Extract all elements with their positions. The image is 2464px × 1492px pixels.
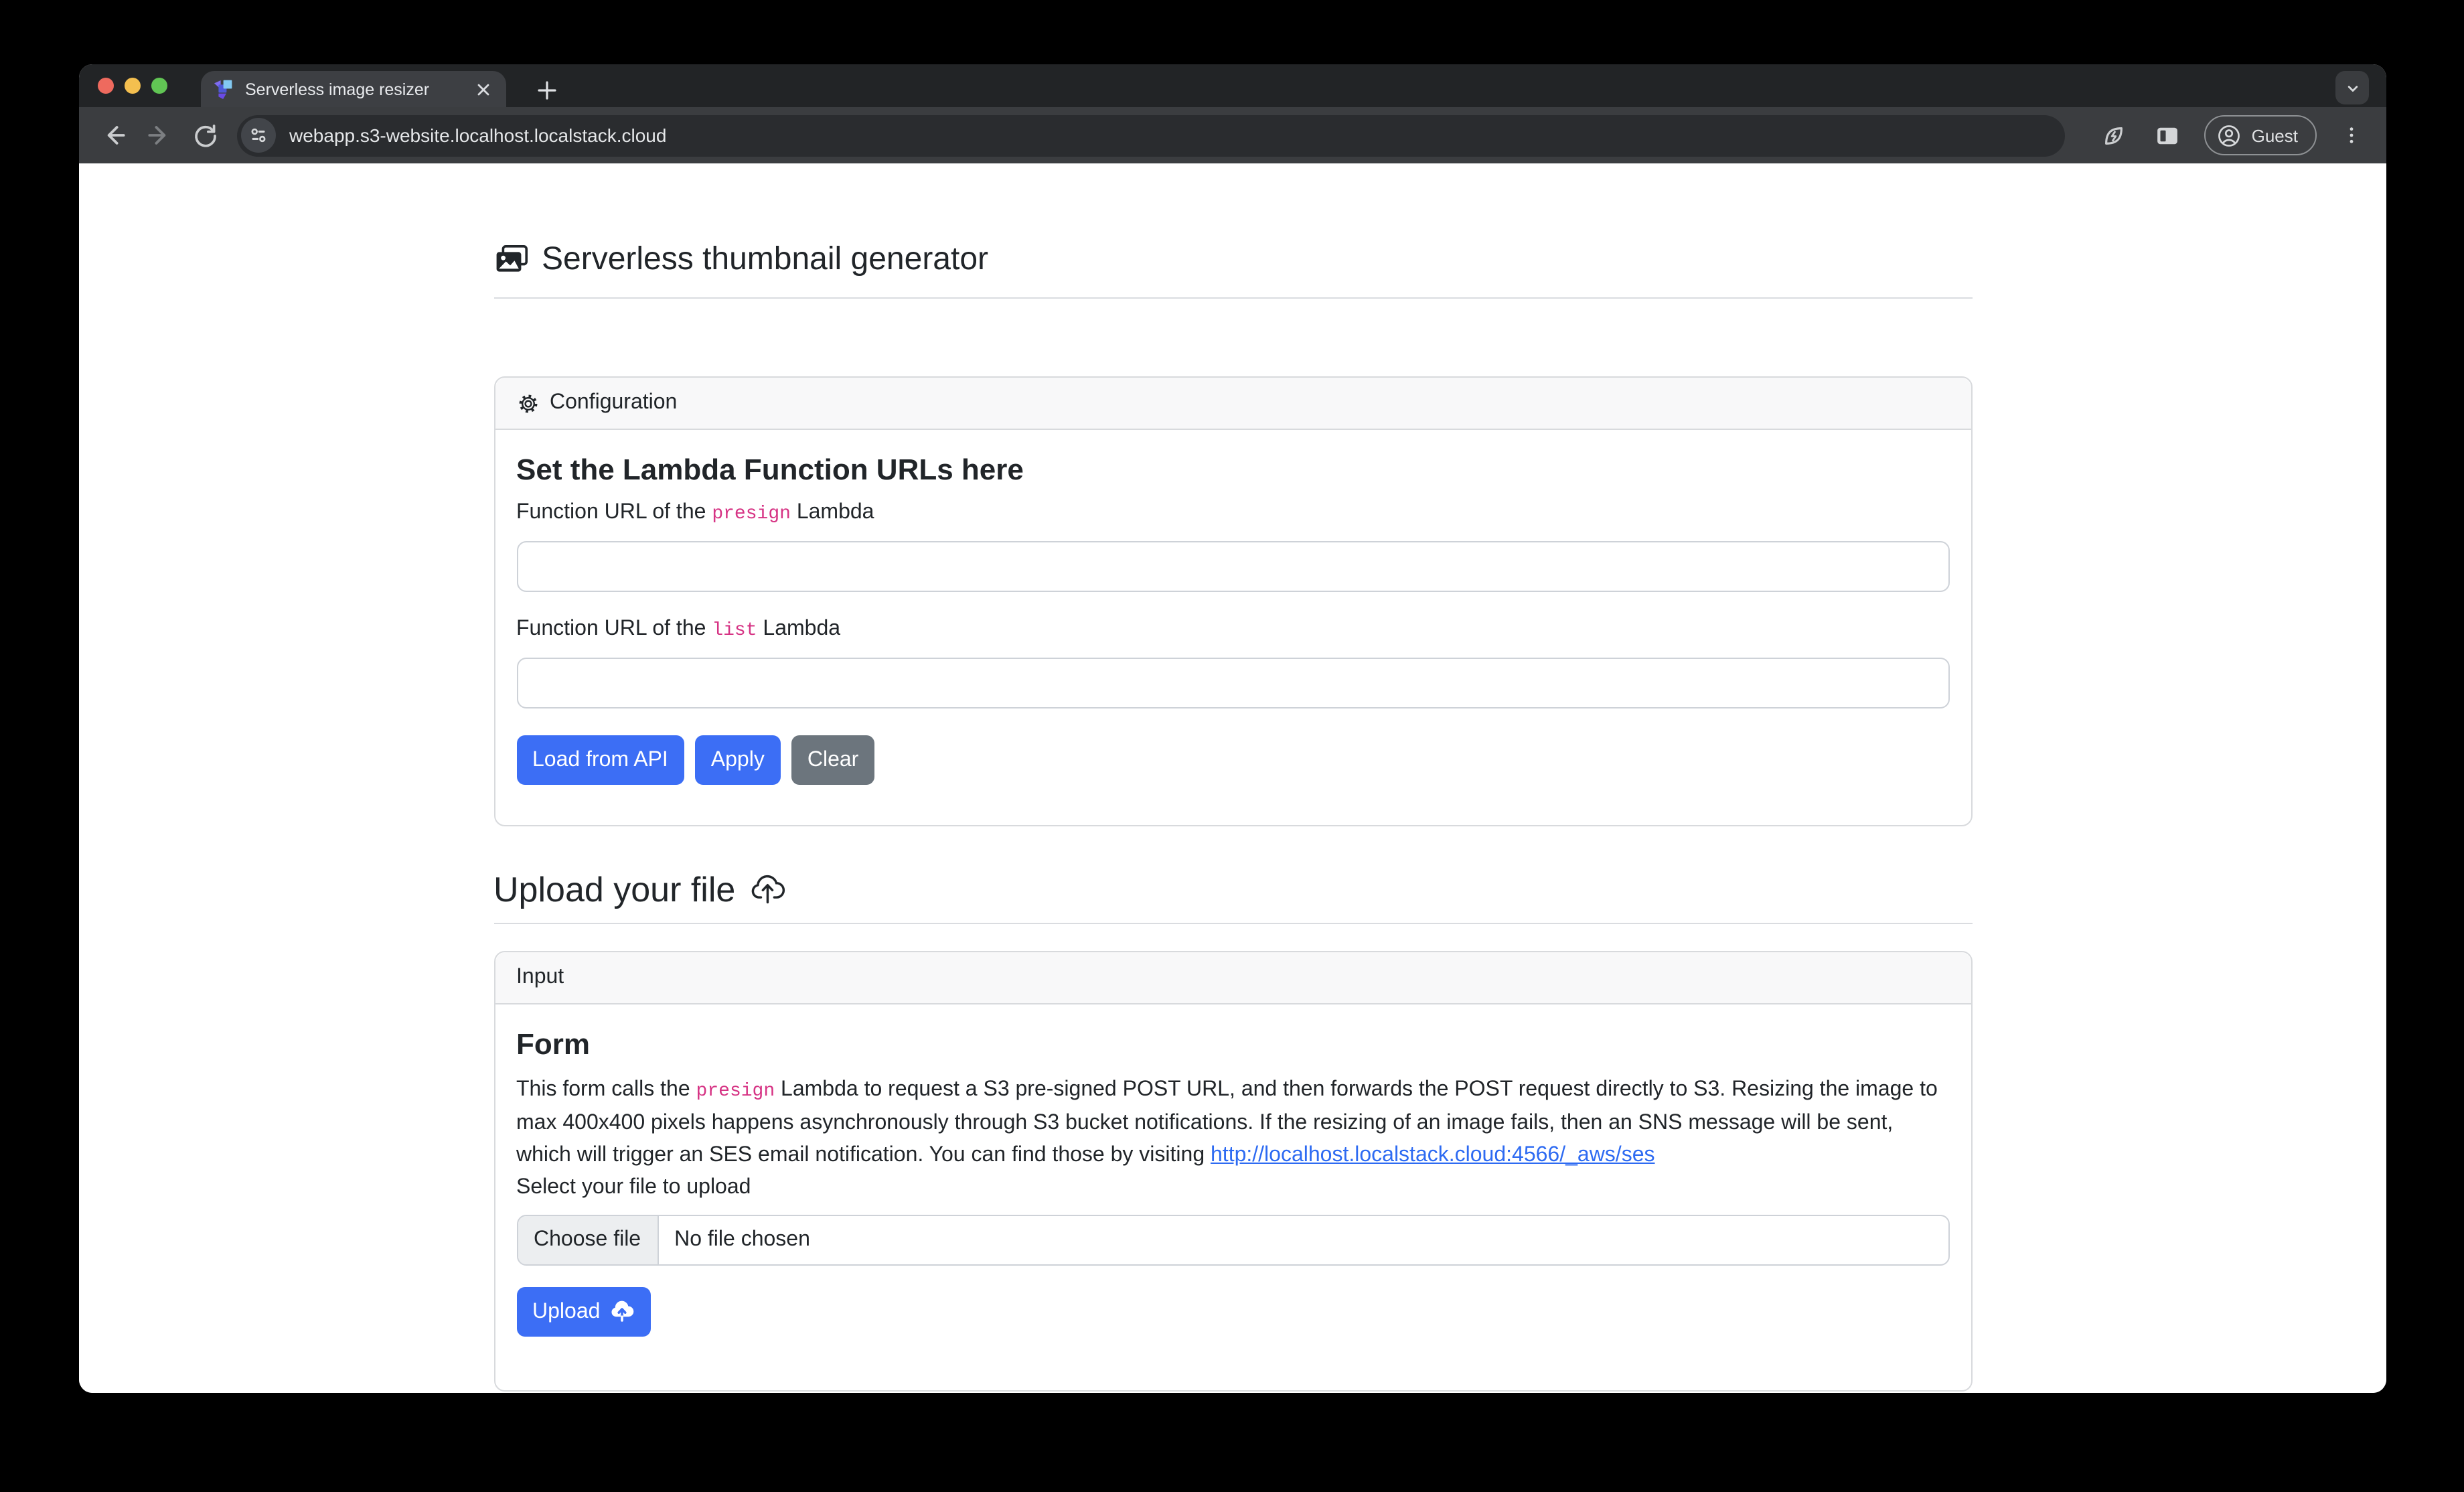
reload-icon[interactable]	[186, 117, 224, 154]
file-select-label: Select your file to upload	[516, 1172, 1949, 1204]
tab-search-chevron-button[interactable]	[2335, 71, 2369, 104]
list-url-label: Function URL of the list Lambda	[516, 613, 1949, 647]
tab-title: Serverless image resizer	[245, 80, 462, 98]
window-close-button[interactable]	[98, 78, 114, 94]
configuration-card-title: Configuration	[550, 387, 677, 419]
config-buttons: Load from API Apply Clear	[516, 735, 1949, 785]
url-text[interactable]: webapp.s3-website.localhost.localstack.c…	[289, 125, 666, 146]
choose-file-button[interactable]: Choose file	[518, 1216, 658, 1264]
browser-menu-icon[interactable]	[2333, 117, 2370, 154]
list-code: list	[712, 620, 757, 642]
cloud-upload-filled-icon	[609, 1299, 635, 1325]
list-url-input[interactable]	[516, 658, 1949, 708]
cloud-upload-outline-icon	[749, 871, 786, 908]
title-divider	[493, 297, 1972, 299]
browser-toolbar: webapp.s3-website.localhost.localstack.c…	[79, 107, 2386, 163]
browser-tab[interactable]: Serverless image resizer	[201, 71, 506, 107]
page-title-text: Serverless thumbnail generator	[542, 238, 988, 281]
file-input[interactable]: Choose file No file chosen	[516, 1215, 1949, 1266]
page-title: Serverless thumbnail generator	[493, 238, 1972, 281]
upload-divider	[493, 923, 1972, 924]
tab-strip: Serverless image resizer	[79, 64, 2386, 107]
form-description: This form calls the presign Lambda to re…	[516, 1074, 1949, 1172]
gear-icon	[516, 392, 539, 415]
web-page: Serverless thumbnail generator Co	[79, 163, 2386, 1393]
window-controls	[98, 78, 167, 94]
input-card-header: Input	[495, 952, 1971, 1004]
input-card-title: Input	[516, 962, 564, 994]
screen: Serverless image resizer	[0, 0, 2464, 1492]
configuration-card-header: Configuration	[495, 378, 1971, 430]
presign-url-label: Function URL of the presign Lambda	[516, 497, 1949, 530]
window-zoom-button[interactable]	[151, 78, 167, 94]
configuration-card: Configuration Set the Lambda Function UR…	[493, 376, 1972, 826]
images-icon	[493, 242, 528, 277]
clear-button[interactable]: Clear	[791, 735, 874, 785]
side-panel-icon[interactable]	[2149, 117, 2186, 154]
config-heading: Set the Lambda Function URLs here	[516, 451, 1949, 489]
load-from-api-button[interactable]: Load from API	[516, 735, 684, 785]
browser-window: Serverless image resizer	[79, 64, 2386, 1393]
profile-label: Guest	[2252, 125, 2298, 145]
performance-leaf-icon[interactable]	[2095, 117, 2133, 154]
upload-heading-text: Upload your file	[493, 867, 735, 912]
window-minimize-button[interactable]	[125, 78, 141, 94]
upload-section-heading: Upload your file	[493, 867, 1972, 912]
upload-button[interactable]: Upload	[516, 1287, 651, 1337]
guest-avatar-icon	[2217, 123, 2242, 148]
tab-close-icon[interactable]	[473, 78, 494, 100]
apply-button[interactable]: Apply	[695, 735, 781, 785]
ses-link[interactable]: http://localhost.localstack.cloud:4566/_…	[1211, 1144, 1655, 1167]
site-settings-icon[interactable]	[241, 118, 276, 153]
presign-url-input[interactable]	[516, 541, 1949, 592]
back-icon[interactable]	[95, 117, 133, 154]
forward-icon[interactable]	[141, 117, 178, 154]
presign-code-inline: presign	[696, 1081, 775, 1102]
presign-code: presign	[712, 504, 791, 525]
input-card: Input Form This form calls the presign L…	[493, 951, 1972, 1392]
favicon-localstack-icon	[213, 78, 234, 100]
upload-button-label: Upload	[532, 1296, 600, 1328]
file-chosen-status: No file chosen	[658, 1216, 826, 1264]
address-bar[interactable]: webapp.s3-website.localhost.localstack.c…	[237, 115, 2066, 156]
form-heading: Form	[516, 1026, 1949, 1063]
new-tab-button[interactable]	[529, 72, 564, 107]
profile-button[interactable]: Guest	[2205, 115, 2317, 155]
